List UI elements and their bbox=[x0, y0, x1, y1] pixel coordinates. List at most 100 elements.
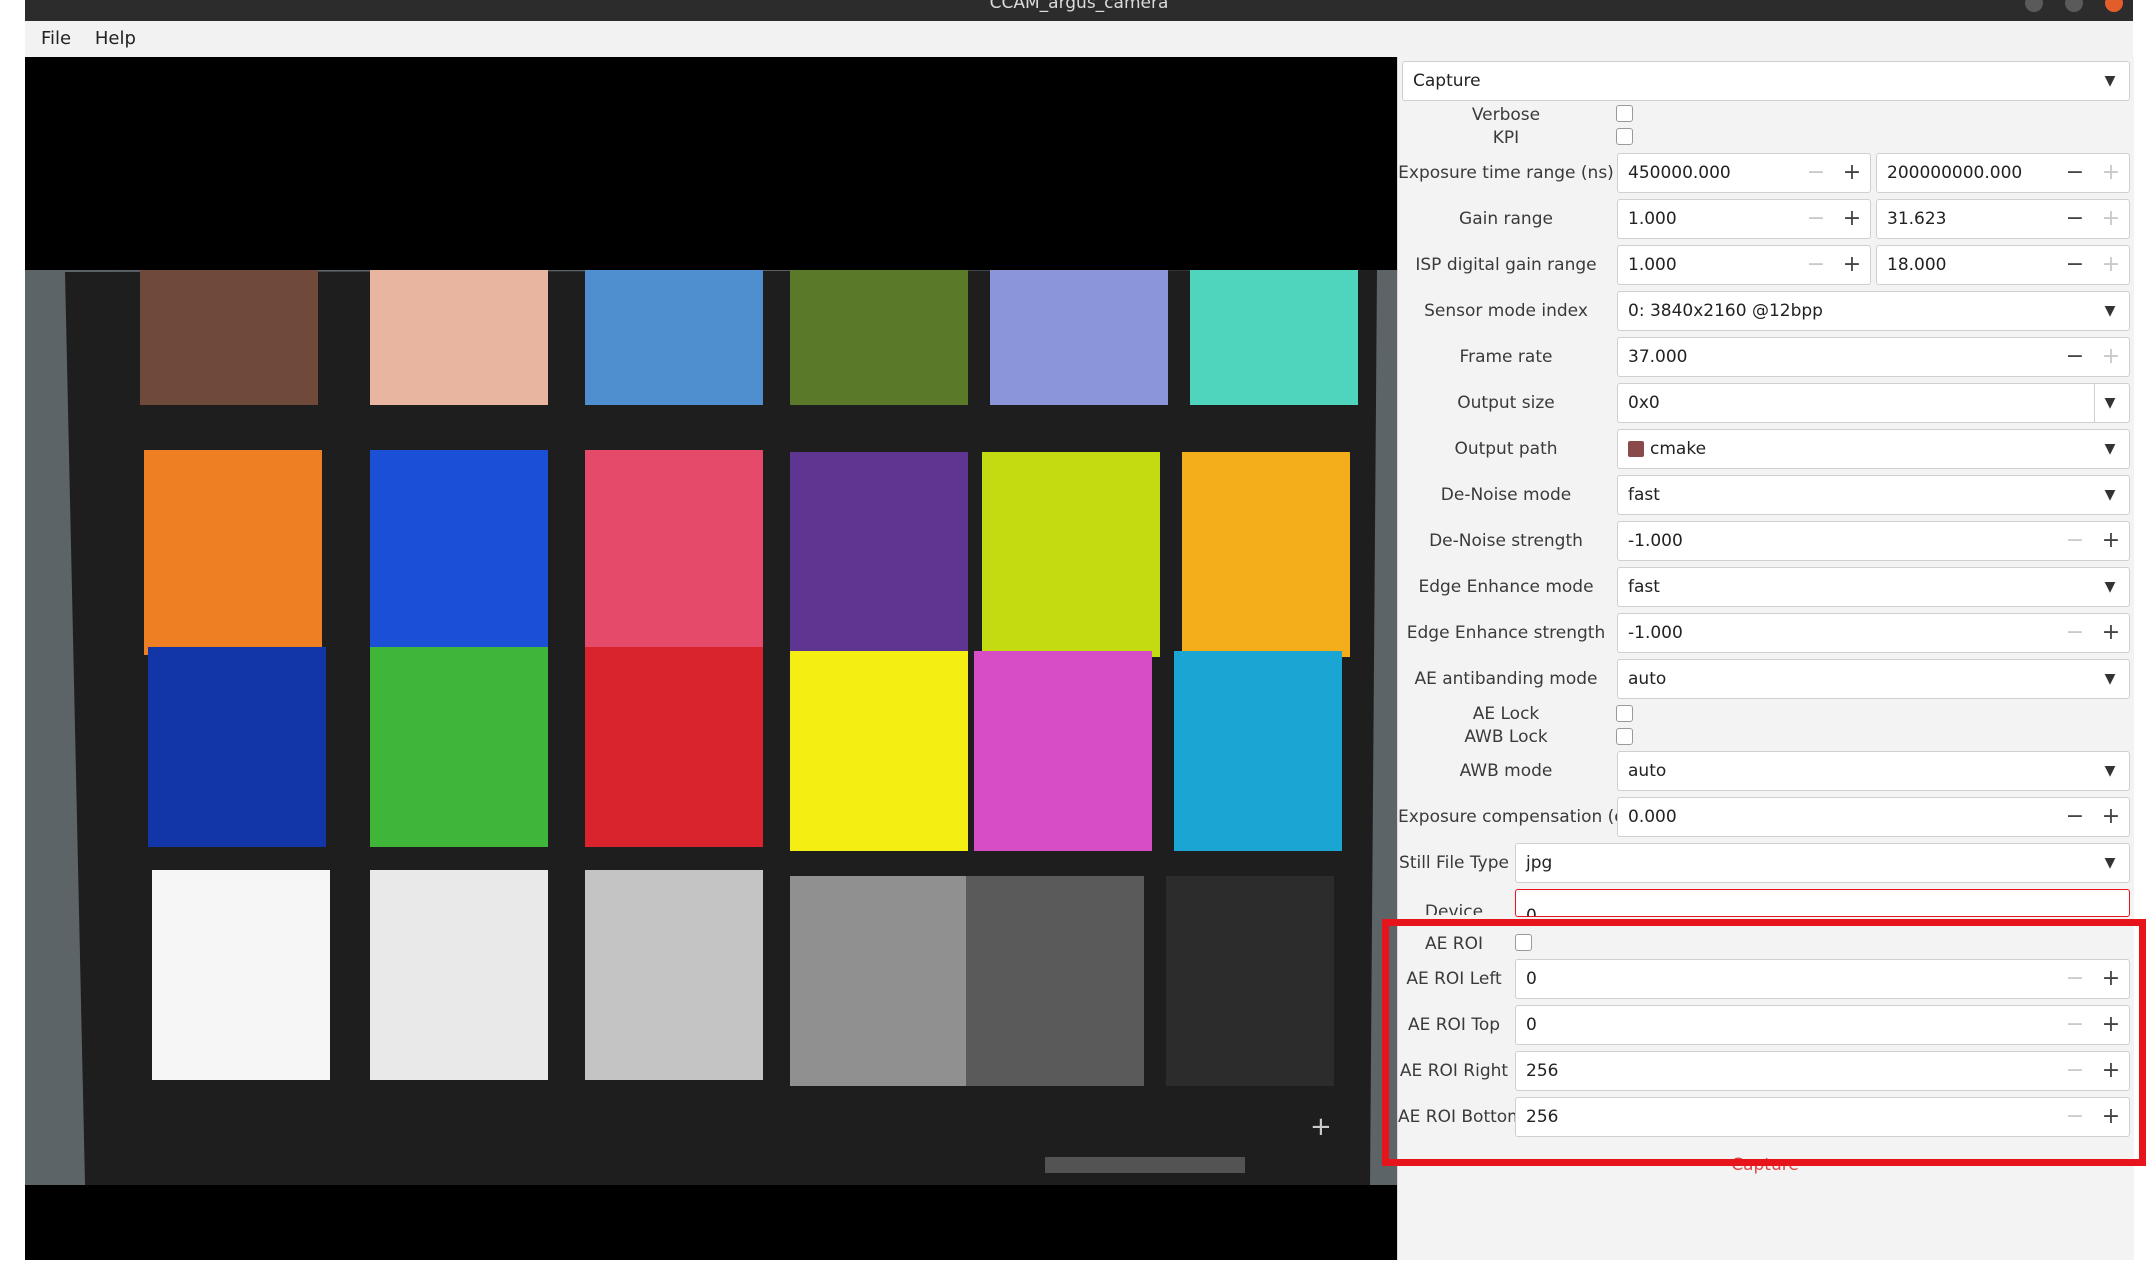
chevron-down-icon: ▼ bbox=[2104, 671, 2116, 687]
plus-icon[interactable]: + bbox=[2093, 1006, 2129, 1044]
edge-mode-select[interactable]: fast ▼ bbox=[1617, 567, 2130, 607]
isp-gain-label: ISP digital gain range bbox=[1415, 255, 1597, 275]
sensor-mode-select[interactable]: 0: 3840x2160 @12bpp ▼ bbox=[1617, 291, 2130, 331]
crosshair-mark: + bbox=[1310, 1112, 1332, 1142]
color-patch bbox=[140, 270, 318, 405]
gain-min-value: 1.000 bbox=[1628, 209, 1677, 229]
still-type-select[interactable]: jpg ▼ bbox=[1515, 843, 2130, 883]
chevron-down-icon: ▼ bbox=[2104, 303, 2116, 319]
frame-rate-field[interactable]: 37.000 − + bbox=[1617, 337, 2130, 377]
roi-top-value: 0 bbox=[1526, 1015, 1537, 1035]
minus-icon[interactable]: − bbox=[1798, 246, 1834, 284]
ae-lock-label: AE Lock bbox=[1472, 704, 1540, 724]
exposure-min-field[interactable]: 450000.000 − + bbox=[1617, 153, 1871, 193]
frame-rate-value: 37.000 bbox=[1628, 347, 1688, 367]
plus-icon[interactable]: + bbox=[2093, 1052, 2129, 1090]
exposure-label: Exposure time range (ns) bbox=[1398, 163, 1614, 183]
capture-mode-select[interactable]: Capture ▼ bbox=[1402, 61, 2130, 101]
minus-icon[interactable]: − bbox=[2057, 246, 2093, 284]
minus-icon[interactable]: − bbox=[2057, 522, 2093, 560]
roi-bottom-field[interactable]: 256 − + bbox=[1515, 1097, 2130, 1137]
exposure-max-value: 200000000.000 bbox=[1887, 163, 2023, 183]
plus-icon[interactable]: + bbox=[2093, 1098, 2129, 1136]
denoise-mode-value: fast bbox=[1628, 485, 1660, 505]
gain-min-field[interactable]: 1.000 − + bbox=[1617, 199, 1871, 239]
minus-icon[interactable]: − bbox=[2057, 1098, 2093, 1136]
denoise-strength-field[interactable]: -1.000 − + bbox=[1617, 521, 2130, 561]
plus-icon[interactable]: + bbox=[2093, 338, 2129, 376]
roi-bottom-value: 256 bbox=[1526, 1107, 1559, 1127]
minus-icon[interactable]: − bbox=[2057, 614, 2093, 652]
minus-icon[interactable]: − bbox=[2057, 1052, 2093, 1090]
kpi-checkbox[interactable] bbox=[1616, 128, 1633, 145]
isp-max-field[interactable]: 18.000 − + bbox=[1876, 245, 2130, 285]
minus-icon[interactable]: − bbox=[2057, 338, 2093, 376]
antibanding-select[interactable]: auto ▼ bbox=[1617, 659, 2130, 699]
edge-strength-field[interactable]: -1.000 − + bbox=[1617, 613, 2130, 653]
maximize-icon[interactable] bbox=[2065, 0, 2083, 12]
color-patch bbox=[790, 270, 968, 405]
plus-icon[interactable]: + bbox=[1834, 246, 1870, 284]
still-type-value: jpg bbox=[1526, 853, 1553, 873]
color-patch bbox=[974, 651, 1152, 851]
menu-help[interactable]: Help bbox=[95, 28, 136, 49]
minus-icon[interactable]: − bbox=[2057, 200, 2093, 238]
roi-left-label: AE ROI Left bbox=[1406, 969, 1502, 989]
chevron-down-icon: ▼ bbox=[2104, 441, 2116, 457]
isp-min-value: 1.000 bbox=[1628, 255, 1677, 275]
exposure-max-field[interactable]: 200000000.000 − + bbox=[1876, 153, 2130, 193]
isp-min-field[interactable]: 1.000 − + bbox=[1617, 245, 1871, 285]
exposure-comp-label: Exposure compensation (ev) bbox=[1398, 807, 1642, 827]
output-path-value: cmake bbox=[1650, 439, 1707, 459]
capture-button[interactable]: Capture bbox=[1400, 1150, 2130, 1180]
minus-icon[interactable]: − bbox=[1798, 154, 1834, 192]
verbose-checkbox[interactable] bbox=[1616, 105, 1633, 122]
awb-mode-select[interactable]: auto ▼ bbox=[1617, 751, 2130, 791]
exposure-comp-field[interactable]: 0.000 − + bbox=[1617, 797, 2130, 837]
minus-icon[interactable]: − bbox=[2057, 960, 2093, 998]
color-patch bbox=[982, 452, 1160, 657]
ae-roi-checkbox[interactable] bbox=[1515, 934, 1532, 951]
roi-left-field[interactable]: 0 − + bbox=[1515, 959, 2130, 999]
chevron-down-icon: ▼ bbox=[2104, 73, 2116, 89]
plus-icon[interactable]: + bbox=[2093, 960, 2129, 998]
device-label: Device bbox=[1424, 902, 1484, 915]
ae-lock-checkbox[interactable] bbox=[1616, 705, 1633, 722]
gain-max-field[interactable]: 31.623 − + bbox=[1876, 199, 2130, 239]
minus-icon[interactable]: − bbox=[2057, 1006, 2093, 1044]
minus-icon[interactable]: − bbox=[1798, 200, 1834, 238]
color-patch bbox=[990, 270, 1168, 405]
minus-icon[interactable]: − bbox=[2057, 798, 2093, 836]
plus-icon[interactable]: + bbox=[2093, 522, 2129, 560]
output-path-select[interactable]: cmake ▼ bbox=[1617, 429, 2130, 469]
menu-bar: File Help bbox=[25, 21, 2133, 58]
plus-icon[interactable]: + bbox=[1834, 154, 1870, 192]
awb-lock-label: AWB Lock bbox=[1464, 727, 1548, 747]
device-field[interactable]: 0 bbox=[1515, 889, 2130, 917]
antibanding-label: AE antibanding mode bbox=[1414, 669, 1598, 689]
color-patch bbox=[790, 452, 968, 657]
awb-mode-label: AWB mode bbox=[1459, 761, 1553, 781]
minimize-icon[interactable] bbox=[2025, 0, 2043, 12]
chevron-down-icon: ▼ bbox=[2104, 763, 2116, 779]
exposure-min-value: 450000.000 bbox=[1628, 163, 1731, 183]
chevron-down-icon: ▼ bbox=[2104, 579, 2116, 595]
close-icon[interactable] bbox=[2105, 0, 2123, 12]
roi-top-field[interactable]: 0 − + bbox=[1515, 1005, 2130, 1045]
plus-icon[interactable]: + bbox=[2093, 200, 2129, 238]
plus-icon[interactable]: + bbox=[2093, 246, 2129, 284]
plus-icon[interactable]: + bbox=[1834, 200, 1870, 238]
plus-icon[interactable]: + bbox=[2093, 798, 2129, 836]
menu-file[interactable]: File bbox=[41, 28, 71, 49]
awb-lock-checkbox[interactable] bbox=[1616, 728, 1633, 745]
denoise-mode-select[interactable]: fast ▼ bbox=[1617, 475, 2130, 515]
plus-icon[interactable]: + bbox=[2093, 154, 2129, 192]
roi-right-field[interactable]: 256 − + bbox=[1515, 1051, 2130, 1091]
minus-icon[interactable]: − bbox=[2057, 154, 2093, 192]
edge-strength-label: Edge Enhance strength bbox=[1406, 623, 1606, 643]
color-patch bbox=[370, 270, 548, 405]
denoise-mode-label: De-Noise mode bbox=[1440, 485, 1572, 505]
plus-icon[interactable]: + bbox=[2093, 614, 2129, 652]
color-patch bbox=[370, 647, 548, 847]
output-size-combo[interactable]: 0x0 ▼ bbox=[1617, 383, 2130, 423]
